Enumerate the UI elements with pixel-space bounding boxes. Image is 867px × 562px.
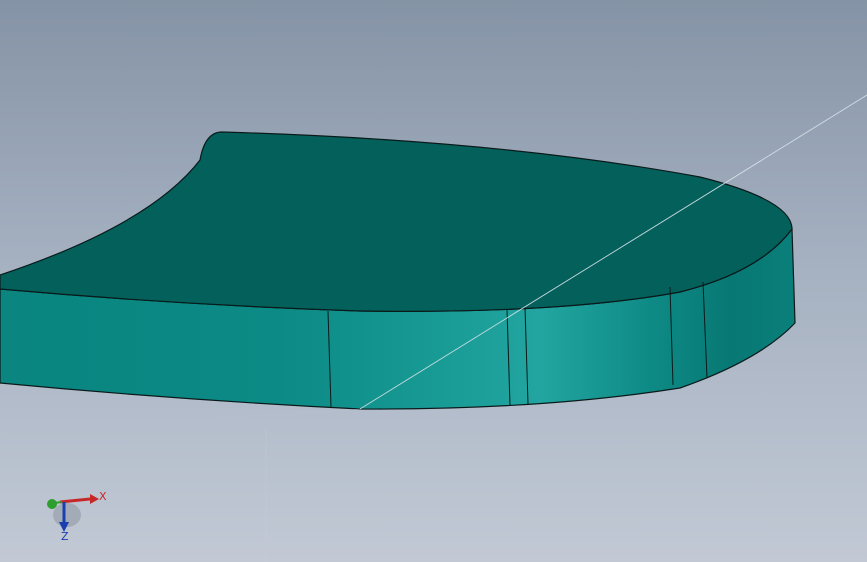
x-axis-label: X [99,490,107,503]
orientation-triad[interactable]: X Z [40,488,110,548]
plate-top-face[interactable] [0,131,793,312]
cad-3d-viewport[interactable]: X Z [0,0,867,562]
model-scene[interactable] [0,0,867,562]
z-axis-label: Z [61,530,69,543]
x-arrowhead-icon [90,494,99,504]
reference-line-faint [0,408,361,433]
x-axis-arrow-icon [59,497,91,504]
y-axis-arrow-icon [53,501,63,504]
y-axis-dot-icon [47,499,57,509]
